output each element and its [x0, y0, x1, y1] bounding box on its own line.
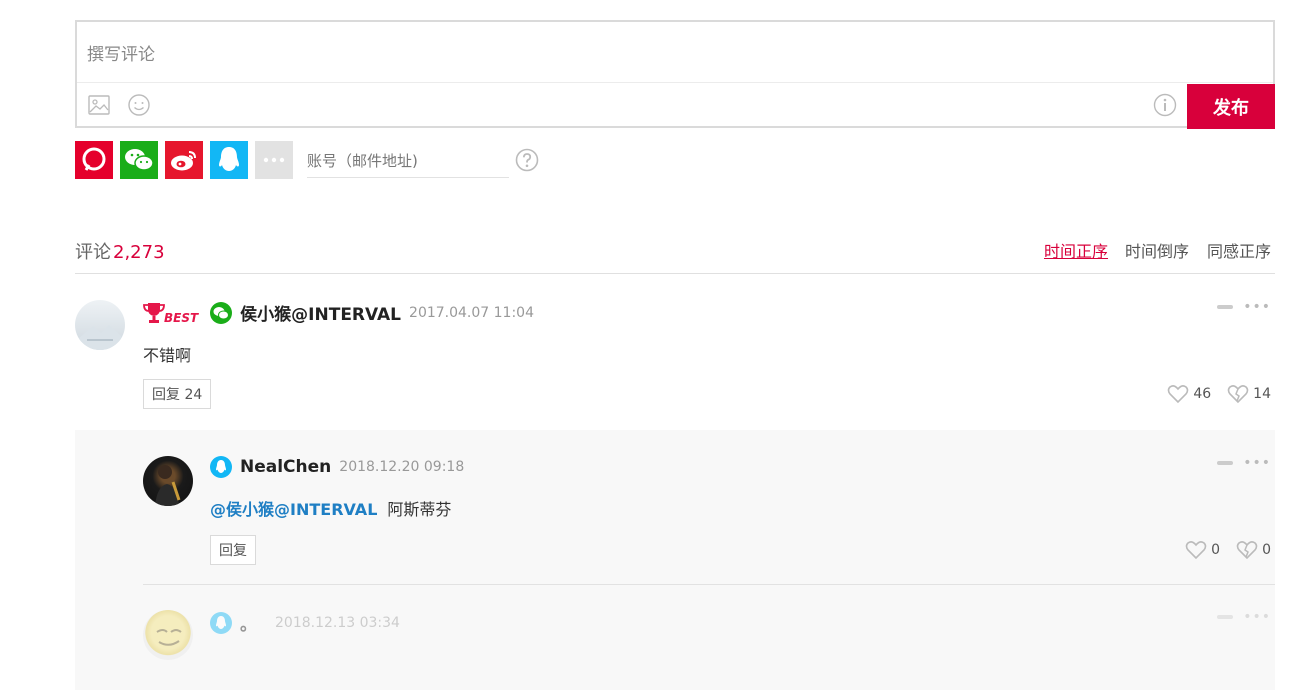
- info-icon[interactable]: [1153, 93, 1177, 117]
- like-count: 46: [1193, 386, 1212, 402]
- comments-title-label: 评论: [75, 242, 111, 263]
- emoji-icon[interactable]: [127, 93, 151, 117]
- reply-thread: NealChen 2018.12.20 09:18 @侯小猴@INTERVAL 阿…: [75, 430, 1275, 690]
- wechat-icon: [125, 149, 154, 171]
- netease-icon: [82, 147, 106, 171]
- comment-votes: 46 14: [1167, 384, 1271, 404]
- dislike-icon[interactable]: [1236, 540, 1258, 560]
- comment-compose-box: 发布: [75, 20, 1275, 129]
- like-count: 0: [1211, 542, 1221, 558]
- sort-agree-asc[interactable]: 同感正序: [1207, 238, 1271, 262]
- user-name[interactable]: 侯小猴@INTERVAL: [240, 300, 401, 325]
- dislike-icon[interactable]: [1227, 384, 1249, 404]
- weibo-login-button[interactable]: [165, 141, 203, 179]
- collapse-icon[interactable]: [1217, 461, 1234, 465]
- weibo-icon: [171, 151, 196, 171]
- reply-button[interactable]: 回复 24: [143, 379, 212, 409]
- best-badge: BEST: [143, 301, 198, 325]
- qq-user-icon: [210, 456, 232, 478]
- comment-ops: •••: [1217, 610, 1271, 624]
- comments-header: 评论 2,273 时间正序 时间倒序 同感正序: [75, 234, 1275, 274]
- comment-time: 2017.04.07 11:04: [409, 304, 534, 321]
- qq-icon: [219, 147, 239, 171]
- dislike-count: 0: [1262, 542, 1271, 558]
- reply-item: NealChen 2018.12.20 09:18 @侯小猴@INTERVAL 阿…: [75, 446, 1275, 586]
- comment-time: 2018.12.20 09:18: [339, 459, 465, 475]
- best-badge-label: BEST: [164, 310, 199, 325]
- more-options-icon[interactable]: •••: [1243, 610, 1271, 624]
- reply-button[interactable]: 回复: [210, 535, 256, 565]
- more-options-icon[interactable]: •••: [1243, 300, 1271, 314]
- wechat-login-button[interactable]: [120, 141, 158, 179]
- comment-time: 2018.12.13 03:34: [275, 614, 400, 631]
- reply-text: 阿斯蒂芬: [387, 500, 452, 519]
- compose-toolbar: 发布: [77, 82, 1275, 129]
- share-login-row: [75, 140, 575, 180]
- dislike-count: 14: [1253, 386, 1271, 402]
- avatar-photo-icon: [156, 629, 182, 646]
- collapse-icon[interactable]: [1217, 615, 1234, 619]
- comment-votes: 0 0: [1185, 540, 1271, 560]
- avatar-photo-icon: [155, 465, 181, 506]
- comment-item: BEST 侯小猴@INTERVAL 2017.04.07 11:04 不错啊 回…: [75, 290, 1275, 430]
- help-icon[interactable]: [515, 148, 539, 172]
- qq-login-button[interactable]: [210, 141, 248, 179]
- comments-title: 评论 2,273: [75, 238, 165, 264]
- comments-count: 2,273: [113, 242, 165, 263]
- comment-text: @侯小猴@INTERVAL 阿斯蒂芬: [210, 496, 451, 520]
- more-dots-icon: [263, 157, 285, 163]
- user-name[interactable]: 。: [240, 610, 257, 635]
- user-name[interactable]: NealChen: [240, 457, 331, 477]
- like-icon[interactable]: [1167, 384, 1189, 404]
- trophy-icon: [143, 302, 165, 323]
- comment-meta: NealChen 2018.12.20 09:18: [210, 456, 464, 478]
- comment-meta: BEST 侯小猴@INTERVAL 2017.04.07 11:04: [143, 300, 534, 325]
- more-options-icon[interactable]: •••: [1243, 456, 1271, 470]
- comment-ops: •••: [1217, 456, 1271, 470]
- mention-link[interactable]: @侯小猴@INTERVAL: [210, 500, 377, 519]
- account-email-field[interactable]: [307, 144, 509, 178]
- qq-user-icon: [210, 611, 232, 634]
- avatar: [75, 300, 125, 350]
- more-login-button[interactable]: [255, 141, 293, 179]
- default-avatar-icon: [79, 325, 121, 350]
- netease-login-button[interactable]: [75, 141, 113, 179]
- comment-ops: •••: [1217, 300, 1271, 314]
- comment-text: 不错啊: [143, 346, 192, 365]
- publish-button[interactable]: 发布: [1187, 84, 1275, 129]
- collapse-icon[interactable]: [1217, 305, 1234, 309]
- reply-divider: [143, 584, 1275, 585]
- sort-time-desc[interactable]: 时间倒序: [1125, 238, 1189, 262]
- comment-input[interactable]: [87, 42, 1147, 68]
- reply-item: 。 2018.12.13 03:34 •••: [75, 600, 1275, 680]
- wechat-user-icon: [210, 301, 233, 324]
- like-icon[interactable]: [1185, 540, 1207, 560]
- avatar: [143, 456, 193, 506]
- avatar: [143, 610, 193, 660]
- comment-meta: 。 2018.12.13 03:34: [210, 610, 400, 635]
- image-icon[interactable]: [87, 93, 111, 117]
- sort-time-asc[interactable]: 时间正序: [1044, 238, 1108, 262]
